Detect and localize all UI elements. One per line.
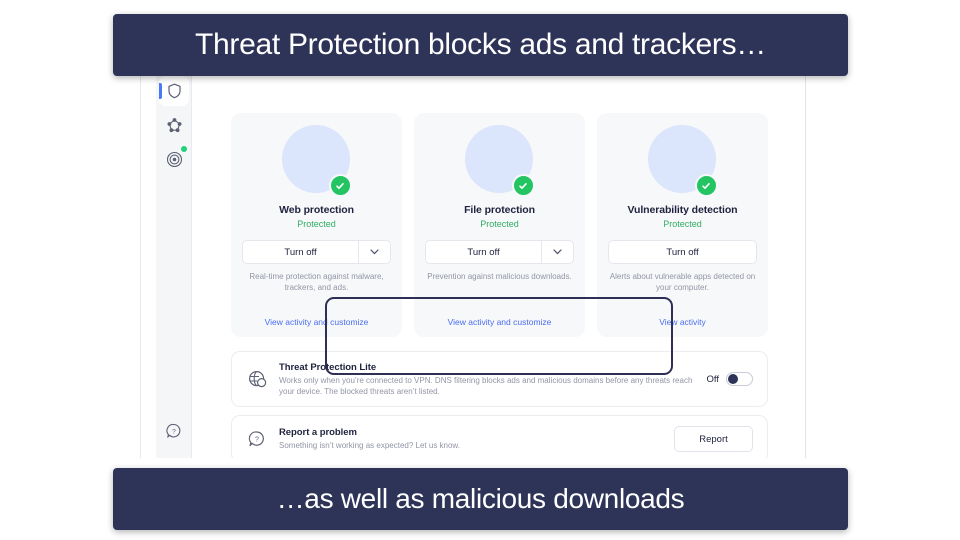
sidebar-item-help[interactable]: ? xyxy=(159,416,189,446)
caption-bottom-text: …as well as malicious downloads xyxy=(276,483,685,514)
card-link[interactable]: View activity and customize xyxy=(231,317,402,327)
card-action-label: Turn off xyxy=(666,246,699,258)
sidebar-active-indicator xyxy=(159,83,162,99)
check-icon xyxy=(702,182,710,189)
sidebar-item-mesh-network[interactable] xyxy=(159,110,189,140)
card-action-button[interactable]: Turn off xyxy=(242,240,391,264)
report-button[interactable]: Report xyxy=(674,426,753,452)
app-window: ? Web protection Protected Turn off Real… xyxy=(140,60,806,458)
card-action-label: Turn off xyxy=(467,246,500,258)
svg-text:?: ? xyxy=(255,436,259,443)
radar-target-icon xyxy=(166,151,182,167)
caption-top-text: Threat Protection blocks ads and tracker… xyxy=(195,28,766,61)
card-status: Protected xyxy=(480,219,519,229)
card-status: Protected xyxy=(297,219,336,229)
svg-text:?: ? xyxy=(172,429,176,436)
card-status: Protected xyxy=(663,219,702,229)
card-illustration xyxy=(463,125,537,199)
card-action-button[interactable]: Turn off xyxy=(425,240,574,264)
card-illustration xyxy=(646,125,720,199)
row-controls: Report xyxy=(674,426,753,452)
card-vulnerability-detection: Vulnerability detection Protected Turn o… xyxy=(597,113,768,337)
toggle-state-label: Off xyxy=(706,373,720,385)
card-action-dropdown[interactable] xyxy=(542,249,573,255)
card-link[interactable]: View activity and customize xyxy=(414,317,585,327)
card-description: Real-time protection against malware, tr… xyxy=(249,272,384,292)
check-icon xyxy=(336,182,344,189)
sidebar-scan-badge-dot xyxy=(181,146,187,152)
card-description: Alerts about vulnerable apps detected on… xyxy=(609,272,756,292)
sidebar: ? xyxy=(156,60,192,458)
threat-protection-lite-row: Threat Protection Lite Works only when y… xyxy=(231,351,768,407)
card-web-protection: Web protection Protected Turn off Real-t… xyxy=(231,113,402,337)
caption-bottom: …as well as malicious downloads xyxy=(113,468,848,530)
row-text-block: Threat Protection Lite Works only when y… xyxy=(279,362,697,397)
help-circle-icon: ? xyxy=(166,423,181,438)
protection-cards-row: Web protection Protected Turn off Real-t… xyxy=(231,113,768,337)
chevron-down-icon xyxy=(370,249,379,255)
card-title: File protection xyxy=(464,204,535,216)
main-content: Web protection Protected Turn off Real-t… xyxy=(193,60,805,458)
mesh-network-icon xyxy=(167,117,181,132)
card-title: Web protection xyxy=(279,204,354,216)
sidebar-item-scan[interactable] xyxy=(159,144,189,174)
globe-shield-icon xyxy=(246,368,268,390)
card-link[interactable]: View activity xyxy=(597,317,768,327)
row-description: Something isn’t working as expected? Let… xyxy=(279,441,460,450)
toggle-knob xyxy=(728,374,738,384)
check-icon xyxy=(519,182,527,189)
card-action-button[interactable]: Turn off xyxy=(608,240,757,264)
card-action-label: Turn off xyxy=(284,246,317,258)
shield-icon xyxy=(167,83,181,99)
row-controls: Off xyxy=(706,372,753,386)
chevron-down-icon xyxy=(553,249,562,255)
card-title: Vulnerability detection xyxy=(627,204,738,216)
protected-check-badge xyxy=(511,174,535,197)
caption-top: Threat Protection blocks ads and tracker… xyxy=(113,14,848,76)
sidebar-item-threat-protection[interactable] xyxy=(159,76,189,106)
row-text-block: Report a problem Something isn’t working… xyxy=(279,427,664,451)
card-description: Prevention against malicious downloads. xyxy=(427,272,572,281)
card-illustration xyxy=(280,125,354,199)
question-chat-icon: ? xyxy=(246,428,268,450)
report-problem-row: ? Report a problem Something isn’t worki… xyxy=(231,415,768,458)
card-action-dropdown[interactable] xyxy=(359,249,390,255)
protected-check-badge xyxy=(328,174,352,197)
protected-check-badge xyxy=(694,174,718,197)
card-file-protection: File protection Protected Turn off Preve… xyxy=(414,113,585,337)
row-title: Report a problem xyxy=(279,427,357,438)
row-title: Threat Protection Lite xyxy=(279,361,377,373)
screenshot-root: ? Web protection Protected Turn off Real… xyxy=(0,0,960,540)
row-description: Works only when you’re connected to VPN.… xyxy=(279,375,693,396)
threat-protection-lite-toggle[interactable] xyxy=(726,372,753,386)
